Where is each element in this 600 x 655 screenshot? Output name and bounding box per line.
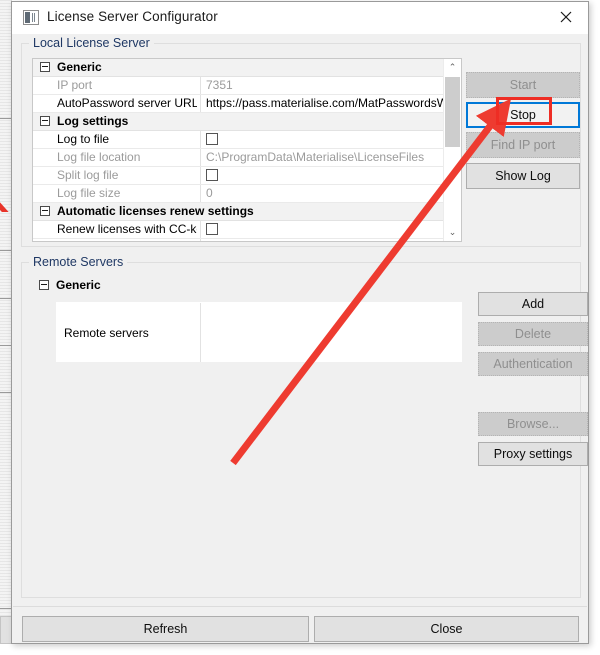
property-value: 0: [206, 186, 213, 200]
collapse-icon[interactable]: [40, 116, 50, 126]
column-splitter[interactable]: [200, 95, 201, 112]
column-splitter[interactable]: [200, 185, 201, 202]
license-server-configurator-dialog: License Server Configurator Local Licens…: [11, 1, 589, 644]
property-category-log-settings[interactable]: Log settings: [33, 113, 461, 131]
property-row-autopassword-server-url[interactable]: AutoPassword server URL https://pass.mat…: [33, 95, 461, 113]
column-splitter[interactable]: [200, 221, 201, 238]
scroll-up-icon[interactable]: ⌃: [444, 59, 461, 76]
property-name: Log to file: [57, 132, 110, 146]
close-button[interactable]: Close: [314, 616, 579, 642]
property-value: 7351: [206, 78, 233, 92]
show-log-button[interactable]: Show Log: [466, 163, 580, 189]
property-category-automatic-licenses-renew-settings[interactable]: Automatic licenses renew settings: [33, 203, 461, 221]
property-name: Remote servers: [64, 326, 149, 340]
app-window-icon: [23, 10, 39, 25]
close-icon: [560, 11, 572, 23]
column-splitter[interactable]: [200, 131, 201, 148]
property-name: Split log file: [57, 168, 119, 182]
property-value: C:\ProgramData\Materialise\LicenseFiles: [206, 150, 425, 164]
scrollbar-thumb[interactable]: [445, 77, 460, 147]
close-window-button[interactable]: [544, 2, 588, 32]
property-category-generic-remote[interactable]: Generic: [32, 277, 462, 294]
property-row-renew-licenses-with-cc-key[interactable]: Renew licenses with CC-key: [33, 221, 461, 239]
column-splitter[interactable]: [200, 149, 201, 166]
property-row-log-file-size[interactable]: Log file size 0: [33, 185, 461, 203]
collapse-icon[interactable]: [40, 206, 50, 216]
property-row-renew-licenses-with-voucher[interactable]: Renew licenses with Vouch...: [33, 239, 461, 242]
background-scrollbar-hatch: [0, 0, 11, 640]
property-row-log-to-file[interactable]: Log to file: [33, 131, 461, 149]
property-name: AutoPassword server URL: [57, 96, 197, 110]
local-license-server-legend: Local License Server: [29, 36, 154, 50]
category-label: Generic: [57, 60, 102, 74]
column-splitter[interactable]: [200, 167, 201, 184]
property-name: IP port: [57, 78, 93, 92]
add-button[interactable]: Add: [478, 292, 588, 316]
background-row-divider: [0, 392, 11, 393]
log-to-file-checkbox[interactable]: [206, 133, 218, 145]
category-label: Generic: [56, 278, 101, 292]
renew-with-cc-key-checkbox[interactable]: [206, 223, 218, 235]
category-label: Automatic licenses renew settings: [57, 204, 254, 218]
authentication-button[interactable]: Authentication: [478, 352, 588, 376]
property-grid-scrollbar[interactable]: ⌃ ⌄: [443, 59, 461, 241]
column-splitter[interactable]: [200, 303, 201, 362]
refresh-button[interactable]: Refresh: [22, 616, 309, 642]
local-settings-property-grid[interactable]: Generic IP port 7351 AutoPassword server…: [32, 58, 462, 242]
remote-servers-legend: Remote Servers: [29, 255, 128, 269]
property-category-generic[interactable]: Generic: [33, 59, 461, 77]
stop-button[interactable]: Stop: [466, 102, 580, 128]
proxy-settings-button[interactable]: Proxy settings: [478, 442, 588, 466]
category-label: Log settings: [57, 114, 129, 128]
scroll-down-icon[interactable]: ⌄: [444, 224, 461, 241]
property-row-split-log-file[interactable]: Split log file: [33, 167, 461, 185]
collapse-icon[interactable]: [40, 62, 50, 72]
property-row-log-file-location[interactable]: Log file location C:\ProgramData\Materia…: [33, 149, 461, 167]
background-row-divider: [0, 298, 11, 299]
window-title: License Server Configurator: [47, 9, 218, 24]
property-value: https://pass.materialise.com/MatPassword…: [206, 96, 459, 110]
browse-button[interactable]: Browse...: [478, 412, 588, 436]
property-name: Log file size: [57, 186, 121, 200]
remote-servers-property-grid[interactable]: Generic Remote servers: [32, 277, 462, 362]
background-row-divider: [0, 345, 11, 346]
property-name: Renew licenses with CC-key: [57, 222, 197, 236]
background-row-divider: [0, 118, 11, 119]
property-name: Log file location: [57, 150, 141, 164]
collapse-icon[interactable]: [39, 280, 49, 290]
find-ip-port-button[interactable]: Find IP port: [466, 132, 580, 158]
renew-with-voucher-checkbox[interactable]: [206, 241, 218, 242]
footer-separator: [13, 606, 587, 607]
property-row-ip-port[interactable]: IP port 7351: [33, 77, 461, 95]
background-row-divider: [0, 608, 11, 609]
start-button[interactable]: Start: [466, 72, 580, 98]
split-log-file-checkbox[interactable]: [206, 169, 218, 181]
title-bar: License Server Configurator: [12, 2, 588, 34]
property-name: Renew licenses with Vouch...: [57, 240, 197, 241]
remote-servers-value-area[interactable]: Remote servers: [56, 302, 462, 362]
background-row-divider: [0, 250, 11, 251]
column-splitter[interactable]: [200, 239, 201, 241]
column-splitter[interactable]: [200, 77, 201, 94]
delete-button[interactable]: Delete: [478, 322, 588, 346]
